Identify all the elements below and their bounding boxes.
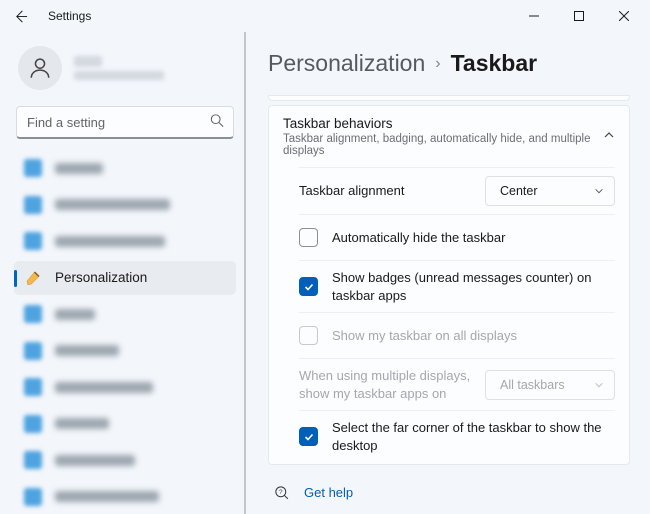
main-content: Personalization › Taskbar Taskbar behavi…	[244, 32, 650, 514]
row-autohide: Automatically hide the taskbar	[299, 214, 615, 260]
autohide-checkbox[interactable]	[299, 228, 318, 247]
breadcrumb-parent[interactable]: Personalization	[268, 50, 425, 77]
search-icon	[210, 113, 224, 132]
panel-subtitle: Taskbar alignment, badging, automaticall…	[283, 133, 603, 157]
alignment-label: Taskbar alignment	[299, 182, 485, 200]
panel-header[interactable]: Taskbar behaviors Taskbar alignment, bad…	[269, 106, 629, 167]
all-displays-checkbox	[299, 326, 318, 345]
sidebar: Personalization	[0, 32, 246, 514]
nav-item[interactable]	[14, 480, 236, 514]
taskbar-behaviors-panel: Taskbar behaviors Taskbar alignment, bad…	[268, 105, 630, 465]
row-badges: Show badges (unread messages counter) on…	[299, 260, 615, 312]
row-alignment: Taskbar alignment Center	[299, 167, 615, 214]
nav-item[interactable]	[14, 224, 236, 259]
svg-text:?: ?	[279, 489, 283, 496]
nav-item[interactable]	[14, 443, 236, 478]
multi-select: All taskbars	[485, 370, 615, 400]
nav-label: Personalization	[55, 270, 147, 285]
profile-name	[74, 56, 164, 80]
chevron-down-icon	[594, 380, 604, 390]
get-help-link[interactable]: ? Get help	[272, 483, 630, 501]
nav-item[interactable]	[14, 188, 236, 223]
row-multi-displays: When using multiple displays, show my ta…	[299, 358, 615, 410]
alignment-select[interactable]: Center	[485, 176, 615, 206]
chevron-down-icon	[594, 186, 604, 196]
breadcrumb-current: Taskbar	[451, 50, 538, 77]
minimize-button[interactable]	[511, 0, 556, 32]
nav-item[interactable]	[14, 370, 236, 405]
nav-item[interactable]	[14, 334, 236, 369]
paintbrush-icon	[24, 269, 42, 287]
breadcrumb: Personalization › Taskbar	[268, 50, 630, 77]
close-button[interactable]	[601, 0, 646, 32]
nav-item-personalization[interactable]: Personalization	[14, 261, 236, 296]
collapsed-panel-edge	[268, 95, 630, 101]
nav-list: Personalization	[14, 151, 236, 514]
search-box[interactable]	[16, 106, 234, 139]
row-far-corner: Select the far corner of the taskbar to …	[299, 410, 615, 462]
nav-item[interactable]	[14, 151, 236, 186]
row-all-displays: Show my taskbar on all displays	[299, 312, 615, 358]
chevron-right-icon: ›	[435, 55, 440, 73]
panel-title: Taskbar behaviors	[283, 116, 603, 131]
chevron-up-icon	[603, 128, 615, 146]
nav-item[interactable]	[14, 297, 236, 332]
profile-section[interactable]	[14, 40, 236, 104]
nav-item[interactable]	[14, 407, 236, 442]
avatar	[18, 46, 62, 90]
far-corner-checkbox[interactable]	[299, 427, 318, 446]
help-icon: ?	[272, 483, 290, 501]
maximize-button[interactable]	[556, 0, 601, 32]
badges-checkbox[interactable]	[299, 277, 318, 296]
back-button[interactable]	[4, 0, 36, 32]
search-input[interactable]	[16, 106, 234, 139]
window-title: Settings	[48, 9, 91, 23]
